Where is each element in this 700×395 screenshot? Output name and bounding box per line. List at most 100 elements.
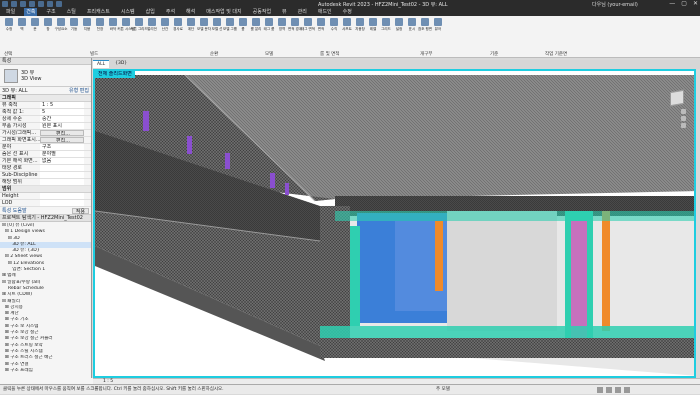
3d-viewport[interactable]: 전체 솔리드화면	[93, 69, 696, 378]
property-value[interactable]: 분야별	[40, 151, 84, 157]
ribbon-group-6[interactable]: 기준	[490, 51, 498, 57]
section-graphics[interactable]: 그래픽	[0, 95, 91, 102]
apply-button[interactable]: 적용	[71, 208, 89, 215]
ribbon-tool-21[interactable]: 영역	[277, 18, 287, 40]
property-value[interactable]: 없음	[40, 158, 84, 164]
project-browser-tree[interactable]: ⊟ [0] 뷰 (Civil) ⊟ 1 Design views ⊟ 3D 3D…	[0, 222, 91, 374]
ribbon-tool-19[interactable]: 룸 분리	[251, 18, 261, 40]
ribbon-tool-14[interactable]: 계단	[186, 18, 196, 40]
ribbon-tool-4[interactable]: 구성요소	[55, 18, 67, 40]
property-value[interactable]: 원본 표시	[40, 123, 84, 129]
tab-5[interactable]: 시스템	[119, 8, 137, 16]
select-links-icon[interactable]	[624, 387, 630, 393]
tab-2[interactable]: 구조	[44, 8, 57, 16]
ribbon-tool-24[interactable]: 면적	[316, 18, 326, 40]
ribbon-tool-6[interactable]: 지붕	[82, 18, 92, 40]
tab-10[interactable]: 공동작업	[251, 8, 273, 16]
ribbon-tool-30[interactable]: 설정	[394, 18, 404, 40]
property-value[interactable]: 5	[40, 109, 84, 115]
property-value[interactable]	[40, 172, 84, 178]
ribbon-tool-29[interactable]: 그리드	[381, 18, 391, 40]
ribbon-tool-3[interactable]: 창	[43, 18, 53, 40]
ribbon-group-7[interactable]: 작업 기준면	[545, 51, 567, 57]
ribbon-tool-2[interactable]: 문	[30, 18, 40, 40]
property-value[interactable]	[40, 179, 84, 185]
tab-3[interactable]: 스틸	[65, 8, 78, 16]
type-selector[interactable]: 3D 뷰 3D View	[0, 65, 91, 87]
ribbon-tool-16[interactable]: 모델 선	[212, 18, 222, 40]
ribbon-tool-7[interactable]: 천장	[95, 18, 105, 40]
ribbon-tool-10[interactable]: 커튼 그리드	[130, 18, 148, 40]
view-tab-0[interactable]: ALL	[93, 60, 110, 68]
tab-14[interactable]: 수정	[341, 8, 354, 16]
ribbon-group-3[interactable]: 모델	[265, 51, 273, 57]
ribbon-tool-27[interactable]: 지붕창	[355, 18, 365, 40]
properties-help-link[interactable]: 특성 도움말	[2, 207, 27, 214]
ribbon-tool-1[interactable]: 벽	[17, 18, 27, 40]
quick-access-toolbar[interactable]	[2, 1, 62, 7]
tab-11[interactable]: 뷰	[280, 8, 289, 16]
ribbon-tool-23[interactable]: 태그 면적	[301, 18, 315, 40]
orbit-icon[interactable]	[681, 123, 686, 128]
maximize-button[interactable]: ▢	[681, 0, 687, 7]
ribbon-tool-11[interactable]: 멀리언	[147, 18, 157, 40]
filter-icon[interactable]	[615, 387, 621, 393]
ribbon-tool-31[interactable]: 표시	[407, 18, 417, 40]
property-value[interactable]: 1 : 5	[40, 102, 84, 108]
ribbon-tool-26[interactable]: 샤프트	[342, 18, 352, 40]
ribbon-group-4[interactable]: 룸 및 면적	[320, 51, 339, 57]
ribbon-tool-33[interactable]: 뷰어	[433, 18, 443, 40]
tab-6[interactable]: 삽입	[144, 8, 157, 16]
steering-wheel-icon[interactable]	[681, 109, 686, 114]
ribbon-tool-28[interactable]: 레벨	[368, 18, 378, 40]
ribbon-group-0[interactable]: 선택	[4, 51, 12, 57]
worksets-icon[interactable]	[597, 387, 603, 393]
ribbon-tool-12[interactable]: 난간	[160, 18, 170, 40]
tab-7[interactable]: 주석	[164, 8, 177, 16]
property-value[interactable]: 구조	[40, 144, 84, 150]
ribbon-tool-15[interactable]: 모델 문자	[197, 18, 211, 40]
ribbon-tool-5[interactable]: 기둥	[69, 18, 79, 40]
tab-12[interactable]: 관리	[296, 8, 309, 16]
undo-icon[interactable]	[20, 1, 26, 7]
property-value[interactable]	[40, 193, 84, 199]
open-icon[interactable]	[2, 1, 8, 7]
save-icon[interactable]	[11, 1, 17, 7]
ribbon-tool-25[interactable]: 수직	[329, 18, 339, 40]
tab-0[interactable]: 파일	[4, 8, 17, 16]
property-value[interactable]	[40, 200, 84, 206]
view-tab-1[interactable]: {3D}	[111, 60, 131, 68]
section-extents[interactable]: 범위	[0, 186, 91, 193]
ribbon-tool-32[interactable]: 참조 평면	[418, 18, 432, 40]
ribbon-tool-20[interactable]: 태그 룸	[264, 18, 274, 40]
ribbon-tool-0[interactable]: 수정	[4, 18, 14, 40]
tab-4[interactable]: 프리캐스트	[85, 8, 112, 16]
zoom-icon[interactable]	[681, 116, 686, 121]
property-value[interactable]	[40, 165, 84, 171]
properties-filter[interactable]: 3D 뷰: ALL	[2, 87, 28, 94]
3d-view-icon[interactable]	[56, 1, 62, 7]
measure-icon[interactable]	[47, 1, 53, 7]
tab-1[interactable]: 건축	[24, 8, 38, 16]
tab-8[interactable]: 해석	[184, 8, 197, 16]
design-options-icon[interactable]	[606, 387, 612, 393]
ribbon-group-5[interactable]: 개구부	[420, 51, 432, 57]
minimize-button[interactable]: —	[669, 0, 675, 7]
ribbon-tool-22[interactable]: 면적 경계	[288, 18, 302, 40]
ribbon-group-2[interactable]: 순환	[210, 51, 218, 57]
tab-13[interactable]: 애드인	[316, 8, 334, 16]
edit-type-button[interactable]: 유형 편집	[69, 87, 89, 94]
ribbon-tool-18[interactable]: 룸	[238, 18, 248, 40]
ribbon-tool-13[interactable]: 경사로	[173, 18, 183, 40]
view-cube[interactable]	[670, 89, 684, 107]
property-edit-button[interactable]: 편집...	[40, 130, 84, 136]
browser-item[interactable]: ⊞ 구조 프레임	[0, 368, 91, 374]
property-edit-button[interactable]: 편집...	[40, 137, 84, 143]
ribbon-tool-17[interactable]: 모델 그룹	[223, 18, 237, 40]
tab-9[interactable]: 매스작업 및 대지	[204, 8, 243, 16]
close-button[interactable]: ✕	[693, 0, 698, 7]
user-account[interactable]: 다우님 (your-email)	[592, 1, 638, 8]
redo-icon[interactable]	[29, 1, 35, 7]
print-icon[interactable]	[38, 1, 44, 7]
navigation-bar[interactable]	[681, 109, 687, 133]
